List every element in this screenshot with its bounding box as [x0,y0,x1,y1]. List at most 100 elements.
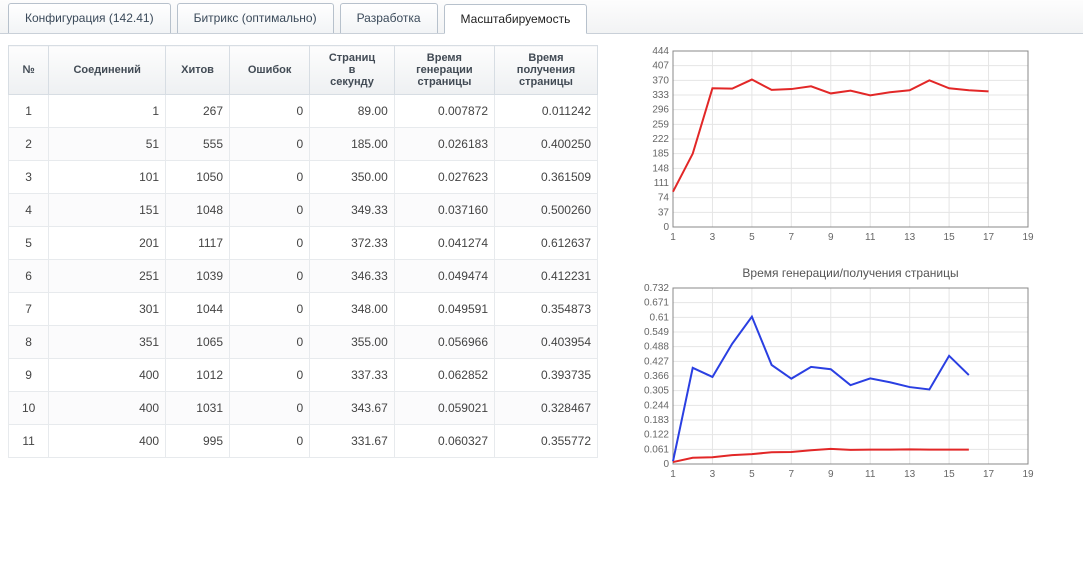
y-tick: 0.549 [644,327,669,338]
cell-gen: 0.026183 [394,128,494,161]
x-tick: 19 [1022,469,1034,480]
x-tick: 7 [789,469,795,480]
y-tick: 0.732 [644,283,669,294]
y-tick: 0.122 [644,430,669,441]
y-tick: 148 [652,163,669,174]
cell-pps: 343.67 [310,392,395,425]
cell-recv: 0.354873 [495,293,598,326]
table-row: 520111170372.330.0412740.612637 [9,227,598,260]
x-tick: 5 [749,232,755,243]
cell-recv: 0.328467 [495,392,598,425]
table-row: 114009950331.670.0603270.355772 [9,425,598,458]
cell-recv: 0.393735 [495,359,598,392]
cell-conn: 400 [49,359,166,392]
y-tick: 74 [658,193,670,204]
x-tick: 1 [670,232,676,243]
chart-container-0: 0377411114818522225929633337040744413579… [628,45,1073,248]
cell-n: 7 [9,293,49,326]
cell-n: 10 [9,392,49,425]
cell-conn: 351 [49,326,166,359]
table-row: 310110500350.000.0276230.361509 [9,161,598,194]
cell-recv: 0.011242 [495,95,598,128]
x-tick: 15 [944,469,956,480]
results-table: №СоединенийХитовОшибокСтраницвсекундуВре… [8,45,598,458]
cell-conn: 101 [49,161,166,194]
x-tick: 3 [710,232,716,243]
cell-gen: 0.027623 [394,161,494,194]
y-tick: 259 [652,119,669,130]
tab-3[interactable]: Масштабируемость [444,4,588,34]
cell-pps: 89.00 [310,95,395,128]
cell-recv: 0.355772 [495,425,598,458]
col-conn[interactable]: Соединений [49,46,166,95]
cell-err: 0 [230,128,310,161]
col-recv[interactable]: Времяполучениястраницы [495,46,598,95]
y-tick: 0.61 [650,312,670,323]
tab-1[interactable]: Битрикс (оптимально) [177,3,334,33]
cell-hits: 1039 [166,260,230,293]
cell-pps: 337.33 [310,359,395,392]
x-tick: 7 [789,232,795,243]
x-tick: 17 [983,469,995,480]
chart-title: Время генерации/получения страницы [628,266,1073,280]
y-tick: 0 [663,459,669,470]
col-gen[interactable]: Времягенерациистраницы [394,46,494,95]
cell-n: 1 [9,95,49,128]
col-n[interactable]: № [9,46,49,95]
cell-conn: 201 [49,227,166,260]
table-row: 730110440348.000.0495910.354873 [9,293,598,326]
col-err[interactable]: Ошибок [230,46,310,95]
y-tick: 444 [652,46,669,57]
cell-pps: 355.00 [310,326,395,359]
y-tick: 0.061 [644,444,669,455]
chart: 00.0610.1220.1830.2440.3050.3660.4270.48… [628,282,1038,482]
table-row: 625110390346.330.0494740.412231 [9,260,598,293]
cell-hits: 1117 [166,227,230,260]
col-pps[interactable]: Страницвсекунду [310,46,395,95]
cell-pps: 350.00 [310,161,395,194]
cell-conn: 51 [49,128,166,161]
x-tick: 19 [1022,232,1034,243]
cell-pps: 349.33 [310,194,395,227]
cell-n: 8 [9,326,49,359]
cell-conn: 251 [49,260,166,293]
cell-gen: 0.037160 [394,194,494,227]
cell-pps: 372.33 [310,227,395,260]
y-tick: 0.427 [644,356,669,367]
tab-0[interactable]: Конфигурация (142.41) [8,3,171,33]
tab-2[interactable]: Разработка [340,3,438,33]
cell-gen: 0.056966 [394,326,494,359]
cell-hits: 1012 [166,359,230,392]
cell-err: 0 [230,260,310,293]
chart-container-1: Время генерации/получения страницы 0 0.061… [628,266,1073,485]
cell-pps: 348.00 [310,293,395,326]
cell-err: 0 [230,194,310,227]
cell-hits: 267 [166,95,230,128]
cell-n: 2 [9,128,49,161]
cell-n: 6 [9,260,49,293]
cell-gen: 0.062852 [394,359,494,392]
cell-err: 0 [230,326,310,359]
cell-err: 0 [230,95,310,128]
cell-err: 0 [230,161,310,194]
charts-panel: 0377411114818522225929633337040744413579… [598,45,1083,503]
col-hits[interactable]: Хитов [166,46,230,95]
cell-hits: 995 [166,425,230,458]
cell-err: 0 [230,425,310,458]
y-tick: 0.244 [644,400,669,411]
cell-pps: 185.00 [310,128,395,161]
cell-err: 0 [230,227,310,260]
y-tick: 185 [652,149,669,160]
table-row: 415110480349.330.0371600.500260 [9,194,598,227]
cell-n: 11 [9,425,49,458]
table-row: 835110650355.000.0569660.403954 [9,326,598,359]
cell-hits: 1050 [166,161,230,194]
cell-pps: 346.33 [310,260,395,293]
cell-n: 4 [9,194,49,227]
cell-recv: 0.403954 [495,326,598,359]
table-row: 1040010310343.670.0590210.328467 [9,392,598,425]
table-row: 940010120337.330.0628520.393735 [9,359,598,392]
x-tick: 3 [710,469,716,480]
y-tick: 222 [652,134,669,145]
cell-conn: 400 [49,425,166,458]
